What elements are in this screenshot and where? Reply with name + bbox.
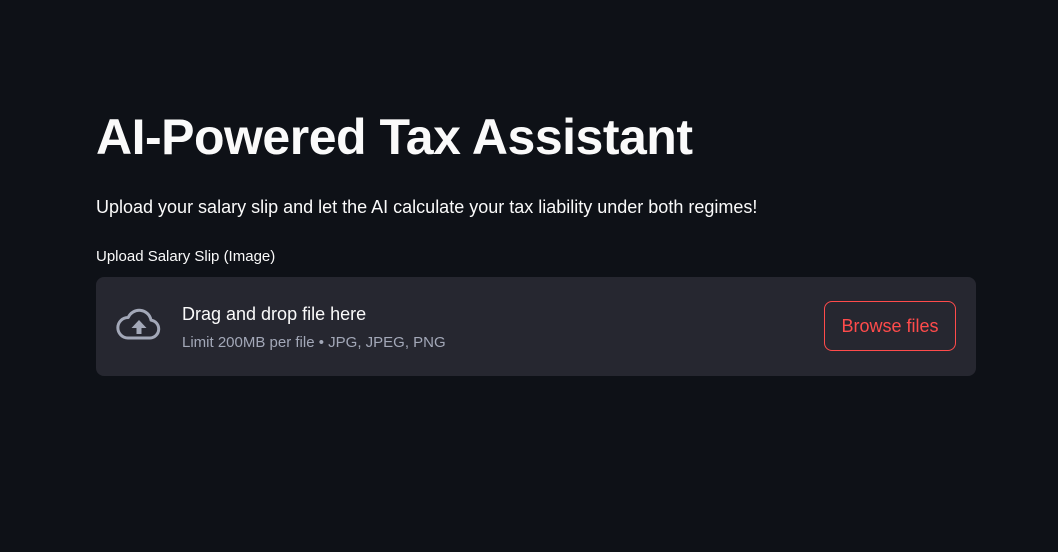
page-title: AI-Powered Tax Assistant	[96, 109, 693, 165]
file-uploader-label: Upload Salary Slip (Image)	[96, 248, 276, 265]
dropzone-title: Drag and drop file here	[182, 304, 367, 324]
page-subtitle: Upload your salary slip and let the AI c…	[96, 197, 758, 217]
cloud-upload-icon	[115, 308, 163, 344]
browse-files-button[interactable]: Browse files	[824, 301, 956, 351]
file-dropzone[interactable]: Drag and drop file here Limit 200MB per …	[96, 277, 976, 376]
app-container: AI-Powered Tax Assistant Upload your sal…	[0, 0, 1058, 552]
dropzone-instructions: Drag and drop file here Limit 200MB per …	[182, 301, 446, 353]
dropzone-limit-text: Limit 200MB per file • JPG, JPEG, PNG	[182, 334, 446, 351]
